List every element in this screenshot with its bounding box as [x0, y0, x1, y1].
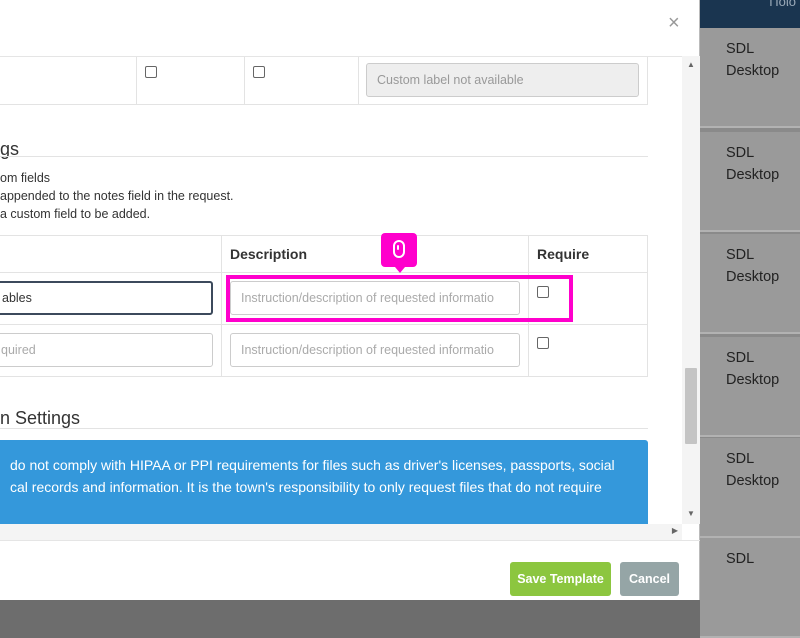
help-text: om fields: [0, 171, 51, 185]
alert-text: do not comply with HIPAA or PPI requirem…: [10, 457, 615, 473]
row-line2: Desktop: [726, 269, 780, 285]
checkbox[interactable]: [253, 66, 265, 78]
row-line1: SDL: [726, 451, 755, 467]
table-border: [647, 235, 648, 376]
close-icon[interactable]: ×: [668, 12, 680, 35]
cancel-button[interactable]: Cancel: [620, 562, 679, 596]
scrollbar-thumb[interactable]: [685, 368, 697, 444]
hipaa-alert: do not comply with HIPAA or PPI requirem…: [0, 440, 648, 524]
horizontal-scrollbar[interactable]: ▶: [0, 524, 682, 540]
alert-text: cal records and information. It is the t…: [10, 479, 602, 495]
row-line2: Desktop: [726, 63, 780, 79]
top-table: Custom label not available: [0, 57, 648, 105]
background-header: Ποίο: [700, 0, 800, 28]
row-line1: SDL: [726, 145, 755, 161]
custom-field-name-input[interactable]: ables: [0, 281, 213, 315]
background-row: SDL Desktop: [700, 438, 800, 538]
scroll-down-icon[interactable]: ▼: [687, 509, 695, 518]
table-divider: [136, 57, 137, 105]
table-border: [0, 235, 648, 236]
background-row: SDL: [700, 538, 800, 638]
background-row: SDL Desktop: [700, 234, 800, 334]
click-target-highlight: [226, 275, 573, 322]
background-row: SDL Desktop: [700, 337, 800, 437]
table-divider: [647, 57, 648, 105]
checkbox[interactable]: [145, 66, 157, 78]
custom-label-field: Custom label not available: [366, 63, 639, 97]
table-divider: [244, 57, 245, 105]
help-text: appended to the notes field in the reque…: [0, 189, 234, 203]
row-line1: SDL: [726, 551, 755, 567]
table-divider: [358, 57, 359, 105]
section-title-file-settings: n Settings: [0, 408, 81, 428]
row-line1: SDL: [726, 41, 755, 57]
row-line1: SDL: [726, 350, 755, 366]
table-border: [0, 324, 648, 325]
section-divider: [0, 428, 648, 429]
background-row: SDL Desktop: [700, 28, 800, 128]
table-border: [0, 272, 648, 273]
table-border: [221, 235, 222, 376]
save-template-button[interactable]: Save Template: [510, 562, 611, 596]
mouse-icon: [393, 240, 405, 258]
require-checkbox[interactable]: [537, 337, 549, 349]
custom-field-name-input[interactable]: quired: [0, 333, 213, 367]
scroll-right-icon[interactable]: ▶: [672, 526, 678, 535]
column-header-require: Require: [537, 246, 590, 262]
vertical-scrollbar[interactable]: ▲ ▼: [682, 56, 700, 524]
background-list: SDL Desktop SDL Desktop SDL Desktop SDL Desk…: [700, 28, 800, 638]
column-header-description: Description: [230, 246, 308, 262]
custom-field-description-input[interactable]: Instruction/description of requested inf…: [230, 333, 520, 367]
row-line1: SDL: [726, 247, 755, 263]
background-header-text: Ποίο: [769, 0, 796, 9]
row-line2: Desktop: [726, 473, 780, 489]
scroll-up-icon[interactable]: ▲: [687, 60, 695, 69]
table-border: [0, 376, 648, 377]
row-line2: Desktop: [726, 372, 780, 388]
section-divider: [0, 156, 648, 157]
help-text: a custom field to be added.: [0, 207, 151, 221]
background-row: SDL Desktop: [700, 132, 800, 232]
cursor-marker: [381, 233, 417, 273]
row-line2: Desktop: [726, 167, 780, 183]
footer-divider: [0, 540, 700, 541]
